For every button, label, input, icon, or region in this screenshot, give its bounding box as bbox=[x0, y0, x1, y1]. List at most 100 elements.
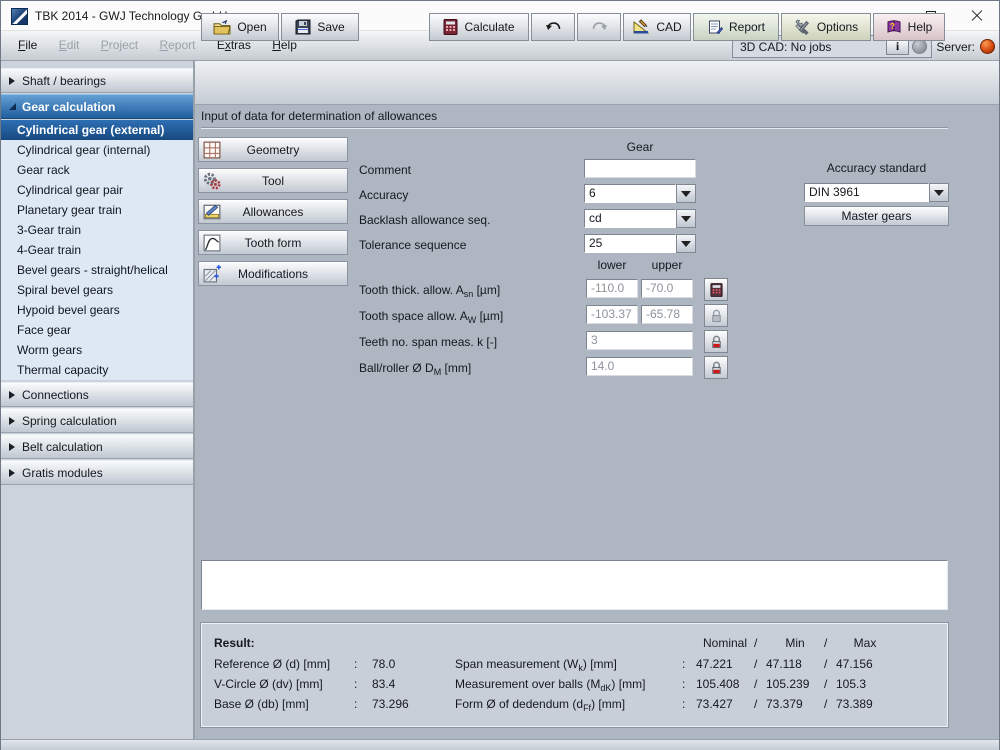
server-status: Server: bbox=[936, 35, 995, 58]
calculate-allowance-button[interactable] bbox=[704, 278, 728, 301]
ball-roller-input[interactable]: 14.0 bbox=[586, 357, 693, 376]
help-book-icon: ? bbox=[886, 19, 902, 35]
result-title: Result: bbox=[214, 632, 409, 654]
accuracy-standard-label: Accuracy standard bbox=[804, 161, 949, 175]
window-title: TBK 2014 - GWJ Technology GmbH bbox=[35, 9, 228, 23]
result-header-row: Nominal/ Min/ Max bbox=[455, 632, 894, 654]
calculate-button[interactable]: Calculate bbox=[429, 13, 529, 41]
report-button[interactable]: Report bbox=[693, 13, 779, 41]
tolerance-label: Tolerance sequence bbox=[359, 236, 466, 254]
sidebar-section-spring-calculation[interactable]: Spring calculation bbox=[1, 408, 193, 433]
teeth-span-input[interactable]: 3 bbox=[586, 331, 693, 350]
menu-report: Report bbox=[150, 31, 204, 60]
tooth-space-lower-input[interactable]: -103.37 bbox=[586, 305, 638, 324]
chevron-right-icon bbox=[9, 469, 15, 477]
lock-closed-icon bbox=[710, 361, 723, 375]
sidebar-item-planetary-gear-train[interactable]: Planetary gear train bbox=[1, 200, 193, 220]
result-left-block: Result: Reference Ø (d) [mm]:78.0 V-Circ… bbox=[214, 632, 409, 714]
tooth-space-upper-input[interactable]: -65.78 bbox=[641, 305, 693, 324]
close-icon bbox=[971, 10, 983, 22]
chevron-right-icon bbox=[9, 443, 15, 451]
result-row-form-dedendum: Form Ø of dedendum (dFf) [mm] : 73.427/ … bbox=[455, 694, 894, 714]
sidebar-item-cylindrical-gear-pair[interactable]: Cylindrical gear pair bbox=[1, 180, 193, 200]
sidebar-section-belt-calculation[interactable]: Belt calculation bbox=[1, 434, 193, 459]
allowances-button[interactable]: Allowances bbox=[198, 199, 348, 224]
sidebar-item-hypoid-bevel-gears[interactable]: Hypoid bevel gears bbox=[1, 300, 193, 320]
app-window: TBK 2014 - GWJ Technology GmbH File Edit… bbox=[0, 0, 1000, 750]
comment-input[interactable] bbox=[584, 159, 696, 178]
result-panel: Result: Reference Ø (d) [mm]:78.0 V-Circ… bbox=[201, 623, 948, 727]
lock-teeth-span-button[interactable] bbox=[704, 330, 728, 353]
message-area bbox=[201, 560, 948, 610]
sidebar-item-cylindrical-gear-internal[interactable]: Cylindrical gear (internal) bbox=[1, 140, 193, 160]
geometry-button[interactable]: Geometry bbox=[198, 137, 348, 162]
options-button[interactable]: Options bbox=[781, 13, 871, 41]
chevron-down-icon[interactable] bbox=[676, 209, 696, 228]
sidebar-item-cylindrical-gear-external[interactable]: Cylindrical gear (external) bbox=[1, 120, 193, 140]
tooth-form-button[interactable]: Tooth form bbox=[198, 230, 348, 255]
cad-drafting-icon bbox=[632, 19, 650, 35]
sidebar-item-worm-gears[interactable]: Worm gears bbox=[1, 340, 193, 360]
sidebar-section-gratis-modules[interactable]: Gratis modules bbox=[1, 460, 193, 485]
accuracy-dropdown[interactable]: 6 bbox=[584, 184, 696, 203]
redo-icon bbox=[591, 21, 608, 34]
tolerance-dropdown[interactable]: 25 bbox=[584, 234, 696, 253]
sidebar-section-connections[interactable]: Connections bbox=[1, 382, 193, 407]
sidebar-section-gear-calculation[interactable]: Gear calculation bbox=[1, 94, 193, 119]
comment-label: Comment bbox=[359, 161, 411, 179]
save-button[interactable]: Save bbox=[281, 13, 359, 41]
unlock-tooth-space-button bbox=[704, 304, 728, 327]
backlash-label: Backlash allowance seq. bbox=[359, 211, 490, 229]
gear-tooth-icon bbox=[203, 234, 221, 252]
cad-status-indicator bbox=[912, 39, 927, 54]
teeth-span-label: Teeth no. span meas. k [-] bbox=[359, 333, 497, 351]
undo-button[interactable] bbox=[531, 13, 575, 41]
chevron-right-icon bbox=[9, 417, 15, 425]
result-row-v-circle: V-Circle Ø (dv) [mm]:83.4 bbox=[214, 674, 409, 694]
backlash-dropdown[interactable]: cd bbox=[584, 209, 696, 228]
menu-project: Project bbox=[92, 31, 147, 60]
sidebar-item-spiral-bevel-gears[interactable]: Spiral bevel gears bbox=[1, 280, 193, 300]
master-gears-button[interactable]: Master gears bbox=[804, 206, 949, 226]
cad-button[interactable]: CAD bbox=[623, 13, 691, 41]
menu-file[interactable]: File bbox=[9, 31, 46, 60]
sidebar-item-thermal-capacity[interactable]: Thermal capacity bbox=[1, 360, 193, 380]
redo-button bbox=[577, 13, 621, 41]
chevron-down-icon[interactable] bbox=[676, 234, 696, 253]
sidebar-item-4-gear-train[interactable]: 4-Gear train bbox=[1, 240, 193, 260]
report-notepad-icon bbox=[707, 19, 723, 35]
accuracy-label: Accuracy bbox=[359, 186, 408, 204]
sidebar-item-face-gear[interactable]: Face gear bbox=[1, 320, 193, 340]
tooth-space-allow-label: Tooth space allow. AW [µm] bbox=[359, 307, 503, 325]
close-button[interactable] bbox=[955, 1, 999, 31]
tooth-thick-lower-input[interactable]: -110.0 bbox=[586, 279, 638, 298]
sidebar-item-gear-rack[interactable]: Gear rack bbox=[1, 160, 193, 180]
open-folder-icon bbox=[213, 20, 231, 35]
help-button[interactable]: ? Help bbox=[873, 13, 945, 41]
result-row-span-measurement: Span measurement (Wk) [mm] : 47.221/ 47.… bbox=[455, 654, 894, 674]
gears-icon bbox=[203, 172, 221, 190]
upper-column-header: upper bbox=[641, 258, 693, 272]
sidebar-item-bevel-gears[interactable]: Bevel gears - straight/helical bbox=[1, 260, 193, 280]
tooth-thick-allow-label: Tooth thick. allow. Asn [µm] bbox=[359, 281, 500, 299]
lock-ball-roller-button[interactable] bbox=[704, 356, 728, 379]
tooth-thick-upper-input[interactable]: -70.0 bbox=[641, 279, 693, 298]
sidebar-item-3-gear-train[interactable]: 3-Gear train bbox=[1, 220, 193, 240]
sidebar-section-shaft-bearings[interactable]: Shaft / bearings bbox=[1, 68, 193, 93]
calculator-icon bbox=[710, 283, 723, 297]
chevron-down-icon[interactable] bbox=[929, 183, 949, 202]
lower-column-header: lower bbox=[586, 258, 638, 272]
options-tools-icon bbox=[794, 19, 811, 35]
section-title: Input of data for determination of allow… bbox=[201, 109, 437, 123]
sidebar: Shaft / bearings Gear calculation Cylind… bbox=[1, 61, 195, 739]
undo-icon bbox=[545, 21, 562, 34]
tool-button[interactable]: Tool bbox=[198, 168, 348, 193]
gear-column-header: Gear bbox=[584, 140, 696, 154]
open-button[interactable]: Open bbox=[201, 13, 279, 41]
accuracy-standard-dropdown[interactable]: DIN 3961 bbox=[804, 183, 949, 202]
chevron-right-icon bbox=[9, 77, 15, 85]
save-floppy-icon bbox=[295, 19, 311, 35]
result-right-block: Nominal/ Min/ Max Span measurement (Wk) … bbox=[455, 632, 894, 714]
modifications-button[interactable]: Modifications bbox=[198, 261, 348, 286]
chevron-down-icon[interactable] bbox=[676, 184, 696, 203]
